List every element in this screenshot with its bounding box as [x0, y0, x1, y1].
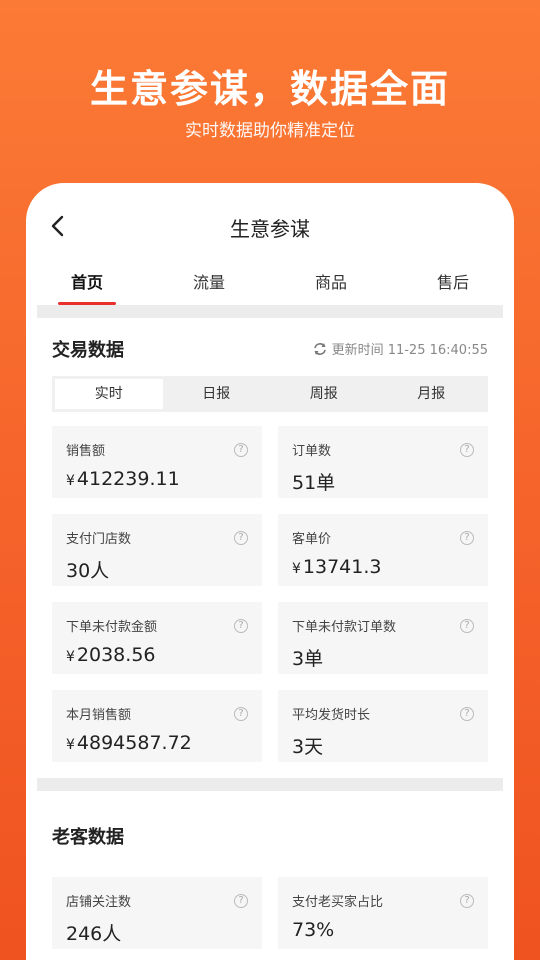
metric-label: 店铺关注数	[66, 895, 132, 910]
trade-section-title: 交易数据	[52, 340, 124, 361]
metric-value: 73%	[292, 919, 335, 941]
trade-metrics-grid: 销售额 ¥412239.11 ? 订单数 51单 ? 支付门店数 30人 ? 客…	[52, 426, 488, 762]
metric-card-unpaid-amount[interactable]: 下单未付款金额 ¥2038.56 ?	[52, 602, 262, 674]
metric-card-unpaid-orders[interactable]: 下单未付款订单数 3单 ?	[278, 602, 488, 674]
period-tabs: 实时 日报 周报 月报	[52, 376, 488, 412]
tab-home[interactable]: 首页	[26, 269, 148, 305]
metric-number: 13741.3	[302, 556, 382, 578]
metric-card-returning-buyer-ratio[interactable]: 支付老买家占比 73% ?	[278, 877, 488, 949]
metric-card-orders[interactable]: 订单数 51单 ?	[278, 426, 488, 498]
metric-label: 支付门店数	[66, 532, 132, 547]
metric-value: ¥13741.3	[292, 556, 474, 578]
metric-card-avg-order-value[interactable]: 客单价 ¥13741.3 ?	[278, 514, 488, 586]
customer-header: 老客数据	[52, 791, 488, 877]
period-tab-weekly[interactable]: 周报	[270, 379, 378, 409]
help-icon[interactable]: ?	[234, 894, 248, 908]
help-icon[interactable]: ?	[460, 707, 474, 721]
metric-value: 30人	[66, 560, 110, 582]
page-title: 生意参谋	[230, 217, 310, 241]
metric-number: 412239.11	[76, 468, 180, 490]
help-icon[interactable]: ?	[460, 619, 474, 633]
help-icon[interactable]: ?	[460, 894, 474, 908]
metric-label: 下单未付款订单数	[292, 620, 397, 635]
section-divider	[37, 305, 503, 318]
main-tabs: 首页 流量 商品 售后	[26, 269, 514, 305]
metric-label: 订单数	[292, 444, 332, 459]
currency-symbol: ¥	[292, 561, 301, 577]
refresh-button[interactable]: 更新时间 11-25 16:40:55	[313, 339, 488, 358]
metric-card-avg-shipping-time[interactable]: 平均发货时长 3天 ?	[278, 690, 488, 762]
metric-value: 246人	[66, 923, 122, 945]
currency-symbol: ¥	[66, 473, 75, 489]
metric-number: 4894587.72	[76, 732, 192, 754]
metric-card-store-followers[interactable]: 店铺关注数 246人 ?	[52, 877, 262, 949]
metric-value: 3单	[292, 648, 324, 670]
metric-value: ¥4894587.72	[66, 732, 248, 754]
metric-label: 下单未付款金额	[66, 620, 158, 635]
customer-section: 老客数据 店铺关注数 246人 ? 支付老买家占比 73% ?	[26, 791, 514, 949]
customer-section-title: 老客数据	[52, 827, 124, 848]
metric-number: 2038.56	[76, 644, 156, 666]
period-tab-monthly[interactable]: 月报	[378, 379, 486, 409]
metric-value: 3天	[292, 736, 324, 758]
section-divider	[37, 778, 503, 791]
metric-card-monthly-sales[interactable]: 本月销售额 ¥4894587.72 ?	[52, 690, 262, 762]
help-icon[interactable]: ?	[460, 443, 474, 457]
metric-card-sales[interactable]: 销售额 ¥412239.11 ?	[52, 426, 262, 498]
currency-symbol: ¥	[66, 737, 75, 753]
metric-label: 支付老买家占比	[292, 895, 384, 910]
metric-label: 客单价	[292, 532, 332, 547]
help-icon[interactable]: ?	[460, 531, 474, 545]
trade-section: 交易数据 更新时间 11-25 16:40:55 实时 日报 周报 月报 销售额…	[26, 318, 514, 762]
metric-label: 本月销售额	[66, 708, 132, 723]
metric-label: 销售额	[66, 444, 106, 459]
metric-value: ¥2038.56	[66, 644, 248, 666]
help-icon[interactable]: ?	[234, 531, 248, 545]
period-tab-daily[interactable]: 日报	[163, 379, 271, 409]
tab-after-sales[interactable]: 售后	[392, 269, 514, 305]
metric-value: ¥412239.11	[66, 468, 248, 490]
tab-products[interactable]: 商品	[270, 269, 392, 305]
phone-screen: 生意参谋 首页 流量 商品 售后 交易数据 更新时间 11-25 16:40:5…	[26, 183, 514, 960]
period-tab-realtime[interactable]: 实时	[55, 379, 163, 409]
customer-metrics-grid: 店铺关注数 246人 ? 支付老买家占比 73% ?	[52, 877, 488, 949]
help-icon[interactable]: ?	[234, 443, 248, 457]
trade-header: 交易数据 更新时间 11-25 16:40:55	[52, 318, 488, 376]
metric-card-paying-stores[interactable]: 支付门店数 30人 ?	[52, 514, 262, 586]
nav-bar: 生意参谋	[26, 183, 514, 269]
hero-subtitle: 实时数据助你精准定位	[185, 121, 355, 141]
metric-label: 平均发货时长	[292, 708, 371, 723]
metric-value: 51单	[292, 472, 336, 494]
update-time-text: 更新时间 11-25 16:40:55	[331, 343, 488, 358]
currency-symbol: ¥	[66, 649, 75, 665]
help-icon[interactable]: ?	[234, 619, 248, 633]
refresh-icon	[313, 342, 326, 355]
help-icon[interactable]: ?	[234, 707, 248, 721]
tab-traffic[interactable]: 流量	[148, 269, 270, 305]
hero-title: 生意参谋，数据全面	[89, 67, 450, 111]
